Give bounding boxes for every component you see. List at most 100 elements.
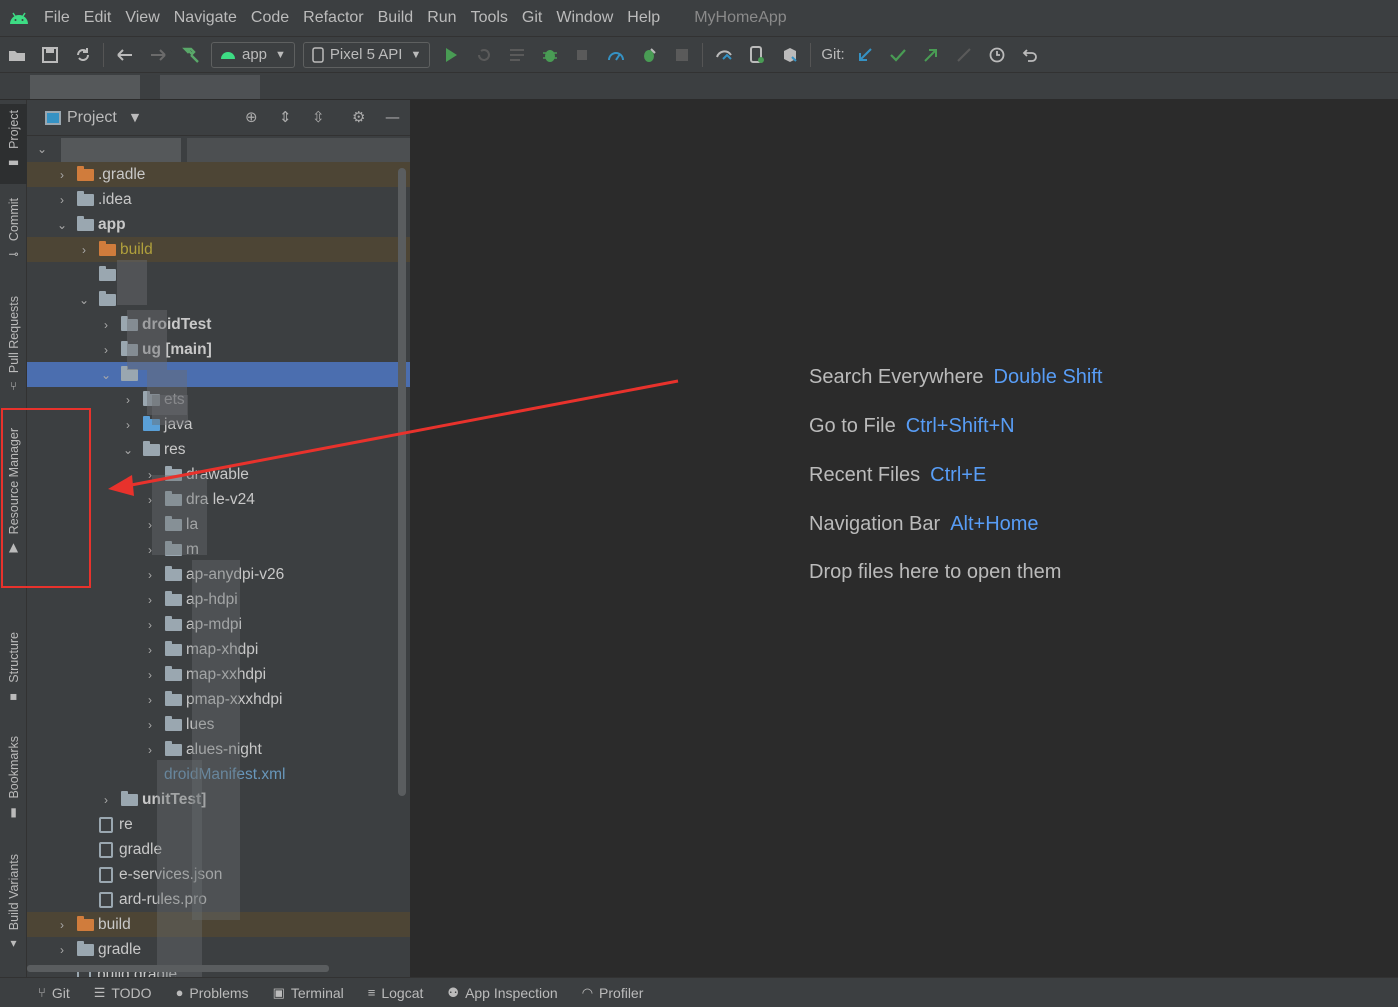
- menu-help[interactable]: Help: [621, 9, 668, 27]
- tree-row[interactable]: › droidTest: [27, 312, 410, 337]
- chevron-down-icon[interactable]: ⌄: [99, 368, 113, 382]
- bottom-tab-todo[interactable]: ☰ TODO: [94, 985, 152, 1001]
- pixelated-region: [127, 310, 167, 370]
- chevron-right-icon[interactable]: ›: [143, 743, 157, 757]
- chevron-right-icon[interactable]: ›: [99, 343, 113, 357]
- chevron-right-icon[interactable]: ›: [121, 418, 135, 432]
- git-update-icon[interactable]: [849, 40, 882, 70]
- tree-row[interactable]: [27, 262, 410, 287]
- tree-root-row[interactable]: ⌄: [27, 136, 410, 164]
- menu-run[interactable]: Run: [421, 9, 464, 27]
- tree-row-label: app: [98, 215, 126, 233]
- menu-code[interactable]: Code: [245, 9, 297, 27]
- chevron-right-icon[interactable]: ›: [143, 718, 157, 732]
- chevron-down-icon[interactable]: ▼: [131, 111, 139, 124]
- toolbar-separator: [702, 42, 704, 67]
- profile-icon[interactable]: [599, 40, 632, 70]
- chevron-right-icon[interactable]: ›: [99, 793, 113, 807]
- bottom-tab-app-inspection[interactable]: ⚉ App Inspection: [447, 985, 557, 1001]
- chevron-right-icon[interactable]: ›: [55, 918, 69, 932]
- expand-all-icon[interactable]: ⇕: [279, 108, 292, 126]
- menu-edit[interactable]: Edit: [78, 9, 120, 27]
- pixelated-region: [61, 138, 181, 164]
- sdk-manager-icon[interactable]: [773, 40, 806, 70]
- tool-tab-build-variants[interactable]: Build Variants ▾: [0, 854, 27, 964]
- tool-tab-commit[interactable]: Commit ⊸: [0, 198, 27, 278]
- hide-panel-icon[interactable]: —: [385, 108, 400, 126]
- tree-row[interactable]: › gradle: [27, 937, 410, 962]
- bookmark-icon: ▮: [10, 804, 17, 819]
- main-toolbar: app ▼ Pixel 5 API ▼ Git:: [0, 36, 1398, 72]
- chevron-right-icon[interactable]: ›: [143, 568, 157, 582]
- menu-view[interactable]: View: [119, 9, 167, 27]
- menu-navigate[interactable]: Navigate: [168, 9, 245, 27]
- chevron-right-icon[interactable]: ›: [143, 593, 157, 607]
- menu-git[interactable]: Git: [516, 9, 550, 27]
- vertical-scrollbar[interactable]: [398, 168, 406, 796]
- chevron-right-icon[interactable]: ›: [55, 943, 69, 957]
- tool-tab-pull-requests[interactable]: Pull Requests ⑂: [0, 296, 27, 406]
- chevron-right-icon[interactable]: ›: [121, 393, 135, 407]
- tree-row[interactable]: ⌄ app: [27, 212, 410, 237]
- sync-gradle-icon[interactable]: [707, 40, 740, 70]
- gear-icon[interactable]: ⚙: [352, 108, 365, 126]
- chevron-down-icon[interactable]: ⌄: [121, 443, 135, 457]
- chevron-right-icon[interactable]: ›: [143, 668, 157, 682]
- sync-icon[interactable]: [66, 40, 99, 70]
- bottom-tab-terminal[interactable]: ▣ Terminal: [273, 985, 344, 1001]
- tree-row[interactable]: ⌄: [27, 362, 410, 387]
- project-view-title[interactable]: Project: [67, 109, 117, 127]
- forward-icon[interactable]: [141, 40, 174, 70]
- list-icon[interactable]: [500, 40, 533, 70]
- rollback-icon[interactable]: [1014, 40, 1047, 70]
- chevron-down-icon[interactable]: ⌄: [77, 293, 91, 307]
- tree-row[interactable]: › .gradle: [27, 162, 410, 187]
- tree-row[interactable]: › ug [main]: [27, 337, 410, 362]
- hammer-icon[interactable]: [174, 40, 207, 70]
- bottom-tab-logcat[interactable]: ≡ Logcat: [368, 985, 424, 1001]
- menu-tools[interactable]: Tools: [465, 9, 516, 27]
- tree-row[interactable]: › build: [27, 237, 410, 262]
- bottom-tab-git[interactable]: ⑂ Git: [38, 985, 70, 1001]
- bottom-tab-label: Profiler: [599, 984, 644, 1001]
- menu-window[interactable]: Window: [550, 9, 621, 27]
- history-icon[interactable]: [981, 40, 1014, 70]
- menu-file[interactable]: File: [38, 9, 78, 27]
- back-icon[interactable]: [108, 40, 141, 70]
- device-manager-icon[interactable]: [740, 40, 773, 70]
- open-folder-icon[interactable]: [0, 40, 33, 70]
- chevron-right-icon[interactable]: ›: [143, 693, 157, 707]
- horizontal-scrollbar[interactable]: [27, 965, 329, 972]
- run-icon[interactable]: [434, 40, 467, 70]
- git-commit-icon[interactable]: [882, 40, 915, 70]
- attach-icon[interactable]: [566, 40, 599, 70]
- debug-icon[interactable]: [533, 40, 566, 70]
- chevron-right-icon[interactable]: ›: [99, 318, 113, 332]
- locate-icon[interactable]: ⊕: [245, 108, 258, 126]
- bottom-tab-profiler[interactable]: ◠ Profiler: [582, 985, 644, 1001]
- chevron-down-icon[interactable]: ⌄: [55, 218, 69, 232]
- collapse-all-icon[interactable]: ⇳: [312, 108, 325, 126]
- tool-tab-structure[interactable]: Structure ▪: [0, 632, 27, 714]
- chevron-right-icon[interactable]: ›: [143, 643, 157, 657]
- menu-build[interactable]: Build: [372, 9, 422, 27]
- folder-icon: [99, 240, 116, 256]
- git-push-icon[interactable]: [915, 40, 948, 70]
- menu-refactor[interactable]: Refactor: [297, 9, 371, 27]
- stop-icon[interactable]: [665, 40, 698, 70]
- apply-changes-icon[interactable]: [632, 40, 665, 70]
- rerun-icon[interactable]: [467, 40, 500, 70]
- chevron-right-icon[interactable]: ›: [55, 193, 69, 207]
- run-config-select[interactable]: app ▼: [211, 41, 295, 68]
- chevron-right-icon[interactable]: ›: [77, 243, 91, 257]
- chevron-right-icon[interactable]: ›: [55, 168, 69, 182]
- save-icon[interactable]: [33, 40, 66, 70]
- tool-tab-bookmarks[interactable]: Bookmarks ▮: [0, 736, 27, 832]
- tree-row[interactable]: › .idea: [27, 187, 410, 212]
- tool-tab-project[interactable]: Project ▬: [0, 104, 27, 184]
- chevron-right-icon[interactable]: ›: [143, 618, 157, 632]
- device-select[interactable]: Pixel 5 API ▼: [302, 41, 431, 68]
- git-pull-icon[interactable]: [948, 40, 981, 70]
- tree-row[interactable]: ⌄: [27, 287, 410, 312]
- bottom-tab-problems[interactable]: ● Problems: [176, 985, 249, 1001]
